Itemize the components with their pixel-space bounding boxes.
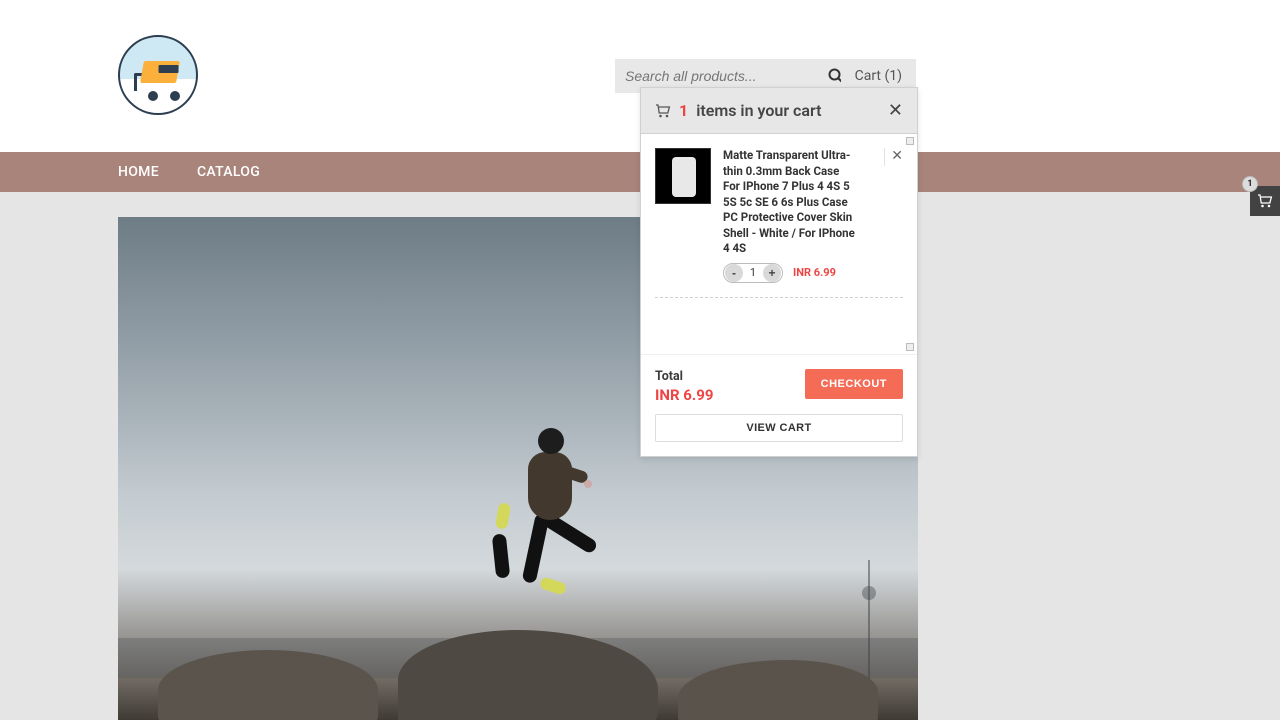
cart-heading: items in your cart: [696, 101, 821, 120]
floating-cart-tab[interactable]: 1: [1250, 186, 1280, 216]
nav-catalog[interactable]: CATALOG: [197, 164, 260, 180]
view-cart-button[interactable]: VIEW CART: [655, 414, 903, 442]
checkout-button[interactable]: CHECKOUT: [805, 369, 903, 399]
remove-item-icon[interactable]: ✕: [884, 148, 903, 166]
total-label: Total: [655, 369, 713, 384]
cart-icon: [655, 104, 671, 118]
site-logo[interactable]: [118, 35, 200, 117]
nav-home[interactable]: HOME: [118, 164, 159, 180]
cart-dropdown: 1 items in your cart ✕ Matte Transparent…: [640, 87, 918, 457]
header-cart-text: Cart (1): [855, 68, 902, 84]
cart-items-area: Matte Transparent Ultra-thin 0.3mm Back …: [641, 134, 917, 354]
scroll-down-icon[interactable]: [906, 343, 914, 351]
close-icon[interactable]: ✕: [888, 100, 903, 121]
cart-count: 1: [679, 101, 688, 120]
cart-item-thumbnail[interactable]: [655, 148, 711, 204]
cart-item: Matte Transparent Ultra-thin 0.3mm Back …: [655, 148, 903, 269]
qty-price-row: - 1 + INR 6.99: [723, 263, 903, 283]
cart-icon: [1257, 194, 1273, 208]
cart-item-title[interactable]: Matte Transparent Ultra-thin 0.3mm Back …: [723, 148, 859, 257]
total-value: INR 6.99: [655, 386, 713, 404]
scroll-up-icon[interactable]: [906, 137, 914, 145]
qty-decrease-button[interactable]: -: [725, 264, 743, 282]
logo-circle: [118, 35, 198, 115]
qty-increase-button[interactable]: +: [763, 264, 781, 282]
cart-panel-header: 1 items in your cart ✕: [641, 88, 917, 134]
qty-value: 1: [744, 266, 762, 279]
floating-cart-badge: 1: [1242, 176, 1258, 192]
cart-footer: Total INR 6.99 CHECKOUT VIEW CART: [641, 354, 917, 456]
item-separator: [655, 297, 903, 298]
qty-stepper: - 1 +: [723, 263, 783, 283]
cart-item-price: INR 6.99: [793, 266, 836, 279]
